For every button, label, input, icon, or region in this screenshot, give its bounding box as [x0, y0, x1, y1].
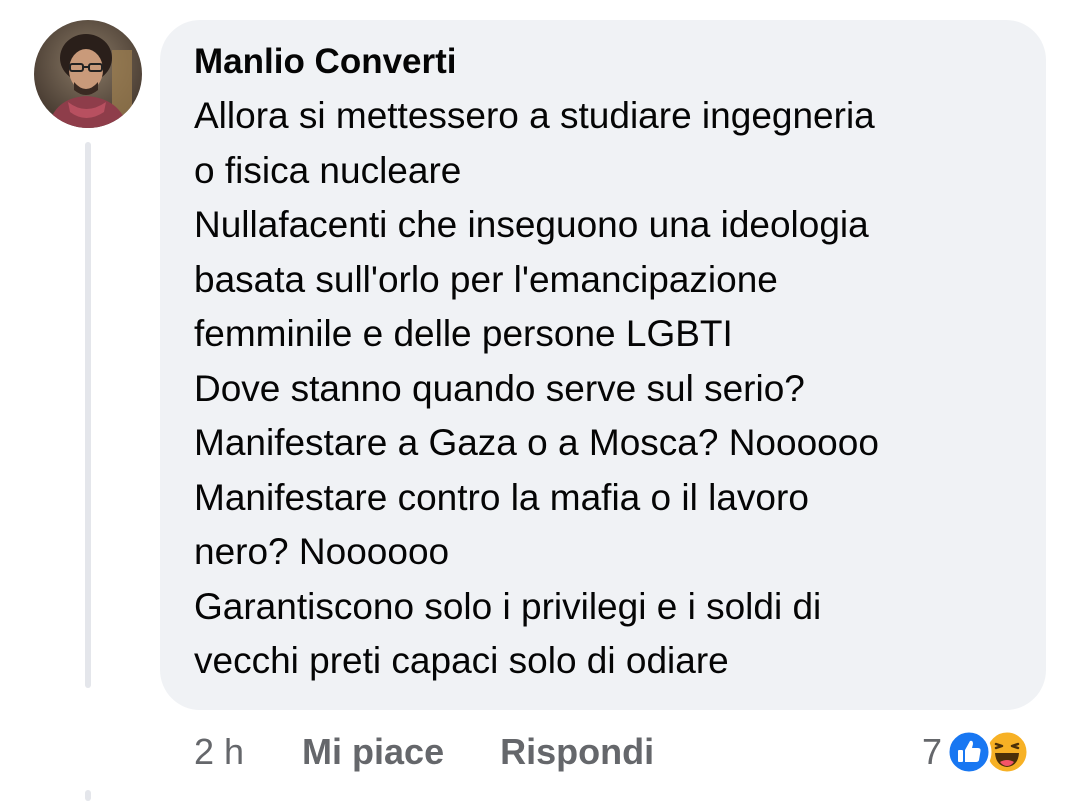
comment-line: Dove stanno quando serve sul serio? [194, 367, 805, 409]
comment-line: basata sull'orlo per l'emancipazione [194, 258, 778, 300]
comment-line: Allora si mettessero a studiare ingegner… [194, 95, 875, 136]
comment-line: nero? Noooooo [194, 531, 450, 572]
thread-line [85, 142, 91, 688]
comment-text: Allora si mettessero a studiare ingegner… [194, 89, 1026, 689]
comment-container: Manlio Converti Allora si mettessero a s… [0, 0, 1080, 801]
comment-timestamp[interactable]: 2 h [194, 731, 244, 773]
reaction-count: 7 [922, 731, 943, 772]
reply-button[interactable]: Rispondi [500, 731, 654, 773]
comment-line: Nullafacenti che inseguono una ideologia [194, 204, 869, 245]
reactions-summary[interactable]: 7 [922, 728, 1030, 776]
avatar[interactable] [34, 20, 142, 128]
comment-bubble: Manlio Converti Allora si mettessero a s… [160, 20, 1046, 710]
profile-photo [34, 20, 142, 128]
like-button[interactable]: Mi piace [302, 731, 444, 773]
comment-line: vecchi preti capaci solo di odiare [194, 640, 729, 681]
comment-author[interactable]: Manlio Converti [194, 40, 457, 84]
like-icon [946, 729, 992, 775]
comment-line: Manifestare contro la mafia o il lavoro [194, 476, 809, 518]
comment-meta-bar: 2 h Mi piace Rispondi [194, 728, 710, 776]
comment-line: Manifestare a Gaza o a Mosca? Noooooo [194, 422, 879, 463]
comment-line: Garantiscono solo i privilegi e i soldi … [194, 585, 822, 627]
comment-line: femminile e delle persone LGBTI [194, 313, 733, 354]
comment-line: o fisica nucleare [194, 149, 462, 191]
thread-line-continuation [85, 790, 91, 801]
